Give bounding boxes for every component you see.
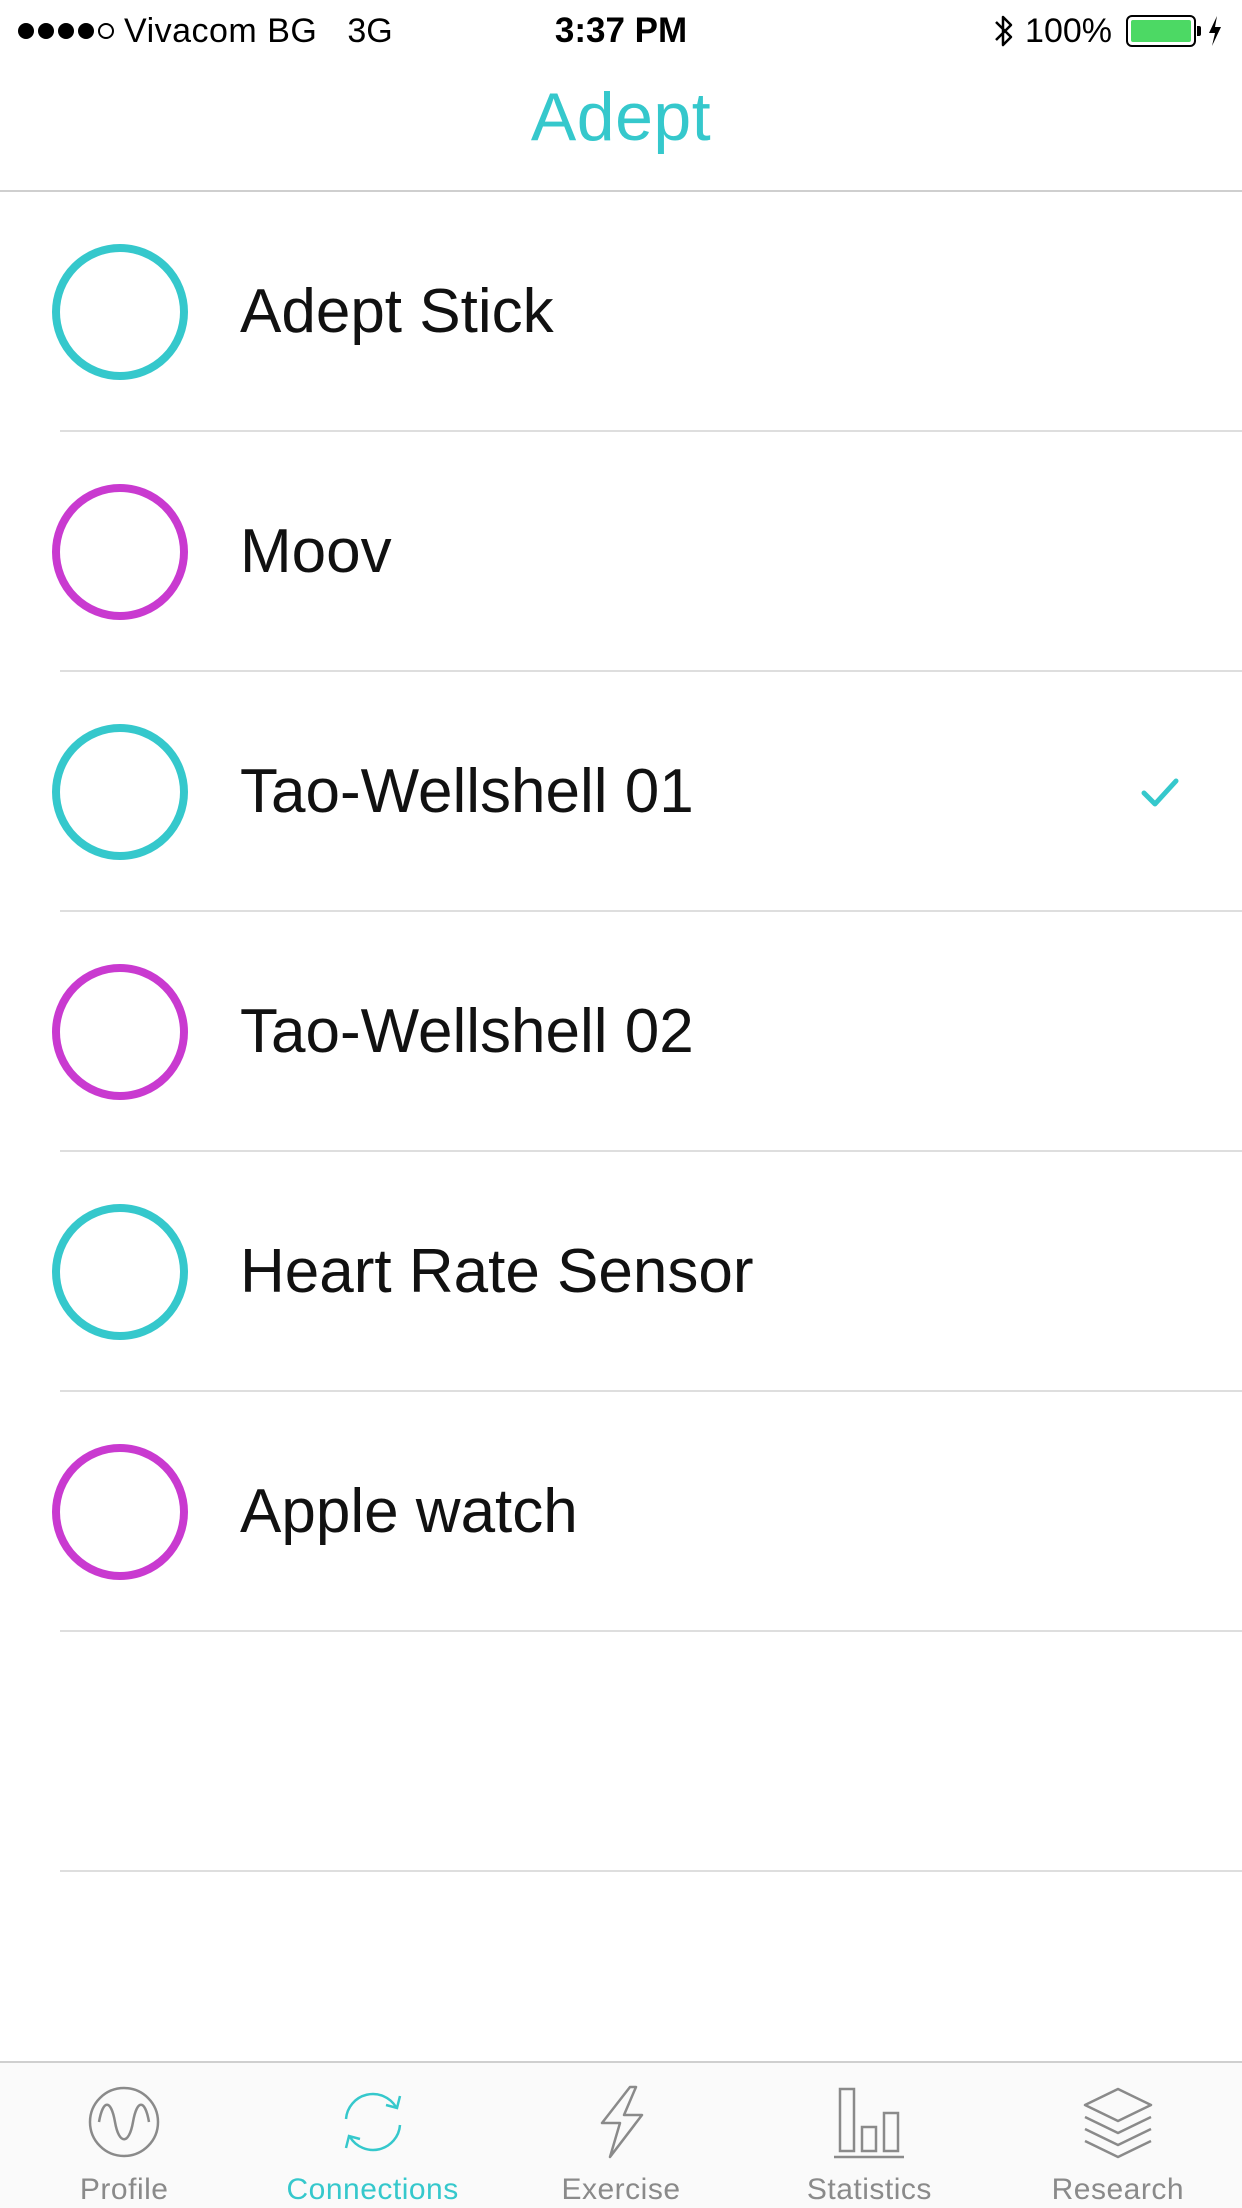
list-item[interactable]: Moov [0,432,1242,672]
status-bar: Vivacom BG 3G 3:37 PM 100% [0,0,1242,62]
tab-research[interactable]: Research [994,2063,1242,2208]
tab-label: Research [1051,2173,1185,2206]
bluetooth-icon [995,15,1013,47]
list-item[interactable]: Heart Rate Sensor [0,1152,1242,1392]
list-item[interactable]: Apple watch [0,1392,1242,1632]
device-ring-icon [52,964,188,1100]
device-ring-icon [52,1444,188,1580]
device-name: Adept Stick [240,277,554,346]
empty-list-row [0,1632,1242,1872]
battery-percent: 100% [1025,11,1112,50]
status-right: 100% [993,10,1224,52]
charging-bolt-icon [1209,16,1221,46]
tab-connections[interactable]: Connections [248,2063,496,2208]
battery-icon [1126,15,1201,47]
device-name: Moov [240,517,392,586]
divider [60,1870,1242,1872]
device-ring-icon [52,1204,188,1340]
device-name: Apple watch [240,1477,578,1546]
list-item[interactable]: Tao-Wellshell 01 [0,672,1242,912]
list-item[interactable]: Tao-Wellshell 02 [0,912,1242,1152]
list-item[interactable]: Adept Stick [0,192,1242,432]
device-ring-icon [52,244,188,380]
tab-label: Statistics [806,2173,932,2206]
tab-profile[interactable]: Profile [0,2063,248,2208]
checkmark-icon [1141,778,1179,807]
battery-fill [1131,20,1191,42]
device-list: Adept Stick Moov Tao-Wellshell 01 Tao-We… [0,192,1242,1872]
device-name: Tao-Wellshell 01 [240,757,694,826]
tab-exercise[interactable]: Exercise [497,2063,745,2208]
tab-label: Connections [286,2173,459,2206]
layers-icon [1083,2087,1153,2159]
device-name: Heart Rate Sensor [240,1237,754,1306]
device-ring-icon [52,484,188,620]
sync-icon [344,2092,401,2152]
tab-label: Profile [79,2173,169,2206]
device-name: Tao-Wellshell 02 [240,997,694,1066]
page-title: Adept [530,79,712,155]
tab-statistics[interactable]: Statistics [745,2063,993,2208]
tab-bar: Profile Connections Exercise Statistics [0,2061,1242,2208]
tab-label: Exercise [561,2173,681,2206]
lightning-icon [600,2085,644,2159]
bar-chart-icon [834,2087,905,2159]
wave-circle-icon [88,2086,160,2158]
device-ring-icon [52,724,188,860]
